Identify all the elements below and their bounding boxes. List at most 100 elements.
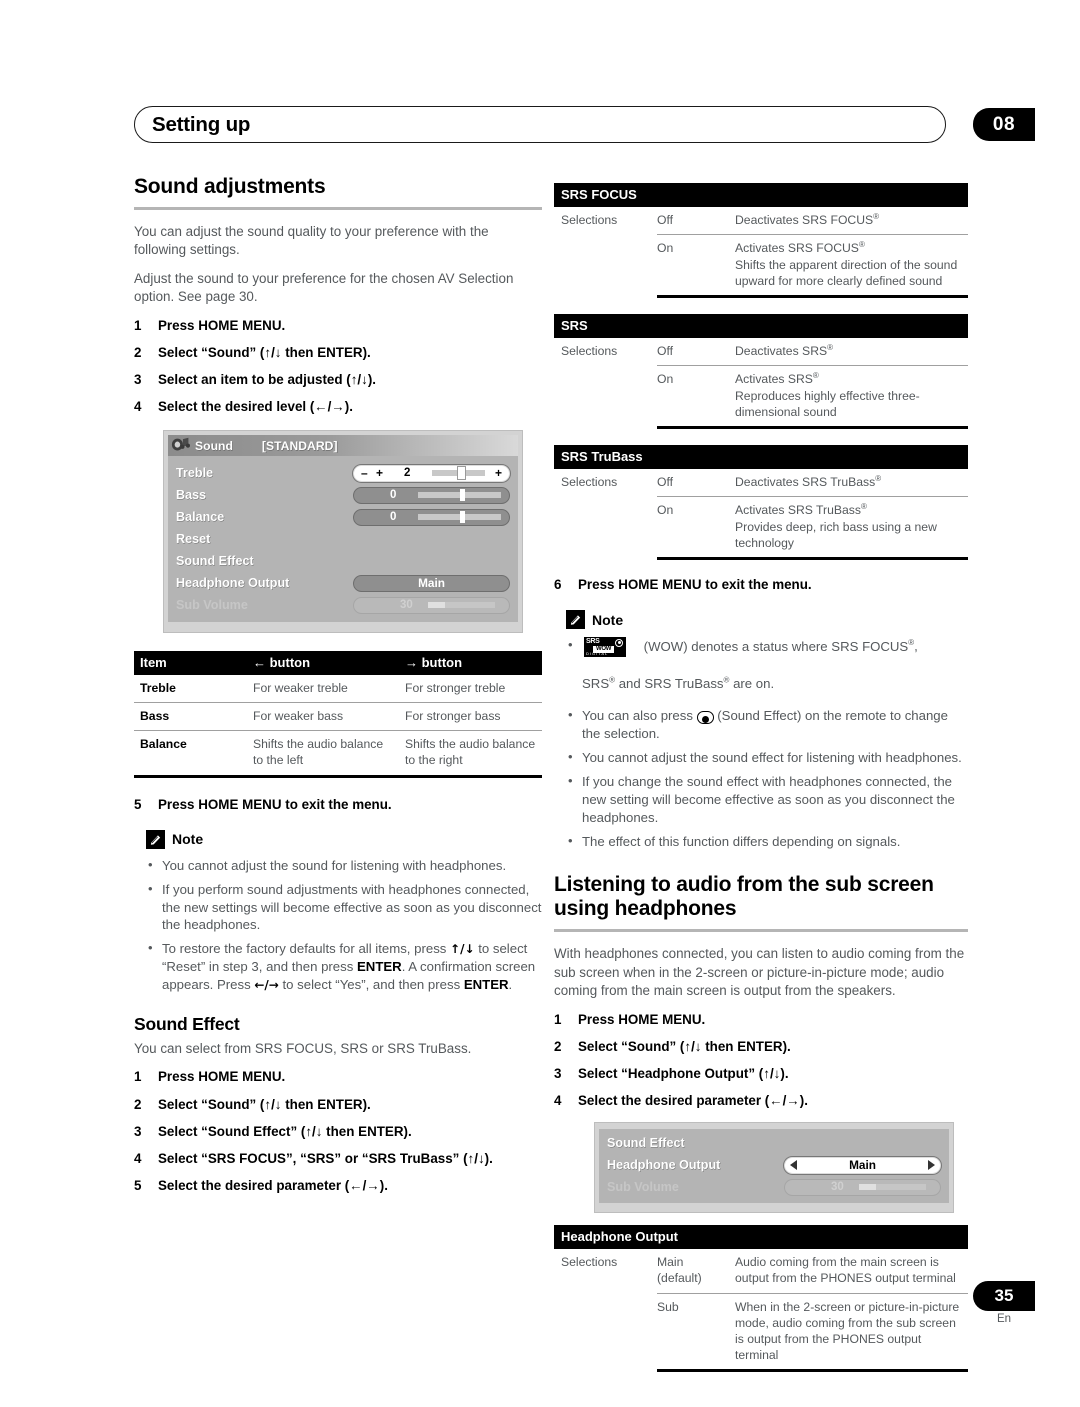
step-item: 4 Select “SRS FOCUS”, “SRS” or “SRS TruB… bbox=[134, 1150, 542, 1168]
slider-knob[interactable] bbox=[459, 489, 465, 502]
note-bullet: If you change the sound effect with head… bbox=[566, 772, 968, 827]
osd-row-sound-effect[interactable]: Sound Effect bbox=[176, 550, 510, 572]
note-title: Note bbox=[172, 831, 204, 848]
osd-row-bass[interactable]: Bass 0 bbox=[176, 484, 510, 506]
osd-sound-menu-screenshot: Sound [STANDARD] Treble – + 2 + Bass 0 B… bbox=[163, 430, 523, 634]
col-header-left-button: ← button bbox=[247, 651, 399, 676]
slider-track bbox=[859, 1184, 926, 1191]
title-line-2: using headphones bbox=[554, 897, 737, 921]
note-bullet-list: SRS WOW DIGITAL (WOW) denotes a status w… bbox=[566, 636, 968, 851]
osd-row-treble[interactable]: Treble – + 2 + bbox=[176, 462, 510, 484]
osd-mode: [STANDARD] bbox=[261, 438, 338, 453]
desc-main: Activates SRS FOCUS bbox=[735, 241, 859, 256]
step-text: Select the desired parameter (←/→). bbox=[578, 1092, 808, 1108]
right-arrow-icon[interactable] bbox=[928, 1160, 935, 1171]
note-header: Note bbox=[566, 610, 968, 630]
slider-track[interactable] bbox=[418, 511, 501, 524]
step-number: 3 bbox=[134, 1123, 142, 1139]
desc-main: Activates SRS TruBass bbox=[735, 503, 861, 518]
step-number: 1 bbox=[134, 1069, 142, 1085]
spec-title: SRS bbox=[554, 314, 968, 338]
note-bullet: You cannot adjust the sound for listenin… bbox=[146, 856, 542, 875]
bullet-arrows: ←/→ bbox=[254, 978, 279, 993]
osd-bass-slider[interactable]: 0 bbox=[353, 486, 510, 504]
note-block-right: Note SRS WOW DIGITAL (WOW) denotes a sta… bbox=[566, 610, 968, 851]
bullet-part: are on. bbox=[729, 676, 775, 692]
selections-label: Selections bbox=[561, 1255, 618, 1270]
cell-item: Treble bbox=[134, 675, 247, 704]
registered-mark: ® bbox=[858, 240, 865, 250]
osd-row-balance[interactable]: Balance 0 bbox=[176, 506, 510, 528]
osd-headphone-output-option[interactable]: Main bbox=[784, 1156, 941, 1174]
chapter-tag: 08 bbox=[973, 108, 1035, 141]
option-value: On bbox=[657, 365, 735, 429]
osd-balance-slider[interactable]: 0 bbox=[353, 508, 510, 526]
step-text: Press HOME MENU to exit the menu. bbox=[158, 796, 392, 812]
slider-fill bbox=[428, 602, 446, 609]
step-item: 1 Press HOME MENU. bbox=[134, 317, 542, 335]
osd-row-label: Sub Volume bbox=[176, 598, 248, 613]
step-text: Press HOME MENU to exit the menu. bbox=[578, 577, 812, 592]
plus-icon: + bbox=[376, 466, 384, 481]
osd-row-label: Bass bbox=[176, 488, 207, 503]
option-description: Activates SRS FOCUS® Shifts the apparent … bbox=[735, 234, 968, 298]
cell-right: For stronger treble bbox=[399, 675, 542, 704]
intro-paragraph-2: Adjust the sound to your preference for … bbox=[134, 270, 514, 305]
osd-treble-slider[interactable]: – + 2 + bbox=[353, 464, 510, 482]
step-item: 2 Select “Sound” (↑/↓ then ENTER). bbox=[134, 1096, 542, 1114]
slider-track[interactable] bbox=[432, 466, 485, 481]
step-item: 1 Press HOME MENU. bbox=[554, 1011, 968, 1029]
step-text: Select “Sound” (↑/↓ then ENTER). bbox=[158, 344, 371, 360]
step-item: 3 Select an item to be adjusted (↑/↓). bbox=[134, 371, 542, 389]
osd-headphone-output-option[interactable]: Main bbox=[353, 574, 510, 592]
wow-dot-icon bbox=[615, 638, 623, 647]
step-text: Press HOME MENU. bbox=[158, 317, 286, 333]
step-number: 4 bbox=[134, 399, 142, 415]
bullet-arrows: ↑/↓ bbox=[450, 942, 475, 957]
osd-body: Treble – + 2 + Bass 0 Balance 0 Reset So… bbox=[168, 456, 518, 623]
desc-main: Deactivates SRS bbox=[735, 344, 828, 359]
registered-mark: ® bbox=[860, 502, 867, 512]
osd-row-headphone-output[interactable]: Headphone Output Main bbox=[176, 572, 510, 594]
step-text: Select “Headphone Output” (↑/↓). bbox=[578, 1065, 789, 1081]
step-number: 4 bbox=[134, 1150, 142, 1166]
bullet-part: To restore the factory defaults for all … bbox=[162, 941, 451, 957]
step-text: Press HOME MENU. bbox=[578, 1011, 706, 1027]
osd-row-label: Sub Volume bbox=[607, 1180, 679, 1195]
step-text: Select the desired parameter (←/→). bbox=[158, 1177, 388, 1193]
step-number: 3 bbox=[554, 1065, 562, 1081]
osd-row-label: Sound Effect bbox=[607, 1136, 685, 1151]
spec-table-srs: SRS Selections Off Deactivates SRS® On A… bbox=[554, 314, 968, 429]
sound-effect-dot-icon bbox=[701, 716, 709, 724]
cell-left: Shifts the audio balance to the left bbox=[247, 730, 399, 778]
option-description: Activates SRS® Reproduces highly effectiv… bbox=[735, 365, 968, 429]
title-rule bbox=[134, 206, 542, 210]
slider-knob[interactable] bbox=[459, 511, 465, 524]
registered-mark: ® bbox=[875, 474, 882, 483]
osd-row-reset[interactable]: Reset bbox=[176, 528, 510, 550]
sub-screen-intro: With headphones connected, you can liste… bbox=[554, 946, 965, 999]
title-line-1: Listening to audio from the sub screen bbox=[554, 872, 934, 896]
col-header-item: Item bbox=[134, 651, 247, 676]
slider-track[interactable] bbox=[418, 489, 501, 502]
option-value: Off bbox=[657, 338, 735, 367]
pencil-note-icon bbox=[566, 610, 585, 630]
osd-row-headphone-output[interactable]: Headphone Output Main bbox=[607, 1154, 941, 1176]
desc-extra: Provides deep, rich bass using a new tec… bbox=[735, 519, 937, 550]
slider-knob[interactable] bbox=[457, 466, 467, 481]
osd-row-sound-effect[interactable]: Sound Effect bbox=[607, 1132, 941, 1154]
steps-sound-effect-final: 6 Press HOME MENU to exit the menu. bbox=[554, 576, 968, 594]
osd-row-value: 2 bbox=[404, 467, 411, 480]
note-title: Note bbox=[592, 611, 624, 628]
left-arrow-icon[interactable] bbox=[790, 1160, 797, 1171]
step-number: 1 bbox=[134, 317, 142, 333]
step-number: 4 bbox=[554, 1092, 562, 1108]
bullet-part: SRS bbox=[582, 676, 610, 692]
step-item: 1 Press HOME MENU. bbox=[134, 1068, 542, 1086]
spec-table-headphone-output: Headphone Output Selections Main (default… bbox=[554, 1225, 968, 1373]
step-text: Select the desired level (←/→). bbox=[158, 399, 353, 415]
osd-row-value: Main bbox=[418, 576, 445, 591]
title-rule bbox=[554, 929, 968, 933]
slider-fill bbox=[859, 1184, 877, 1191]
spec-table-srs-focus: SRS FOCUS Selections Off Deactivates SRS… bbox=[554, 183, 968, 298]
